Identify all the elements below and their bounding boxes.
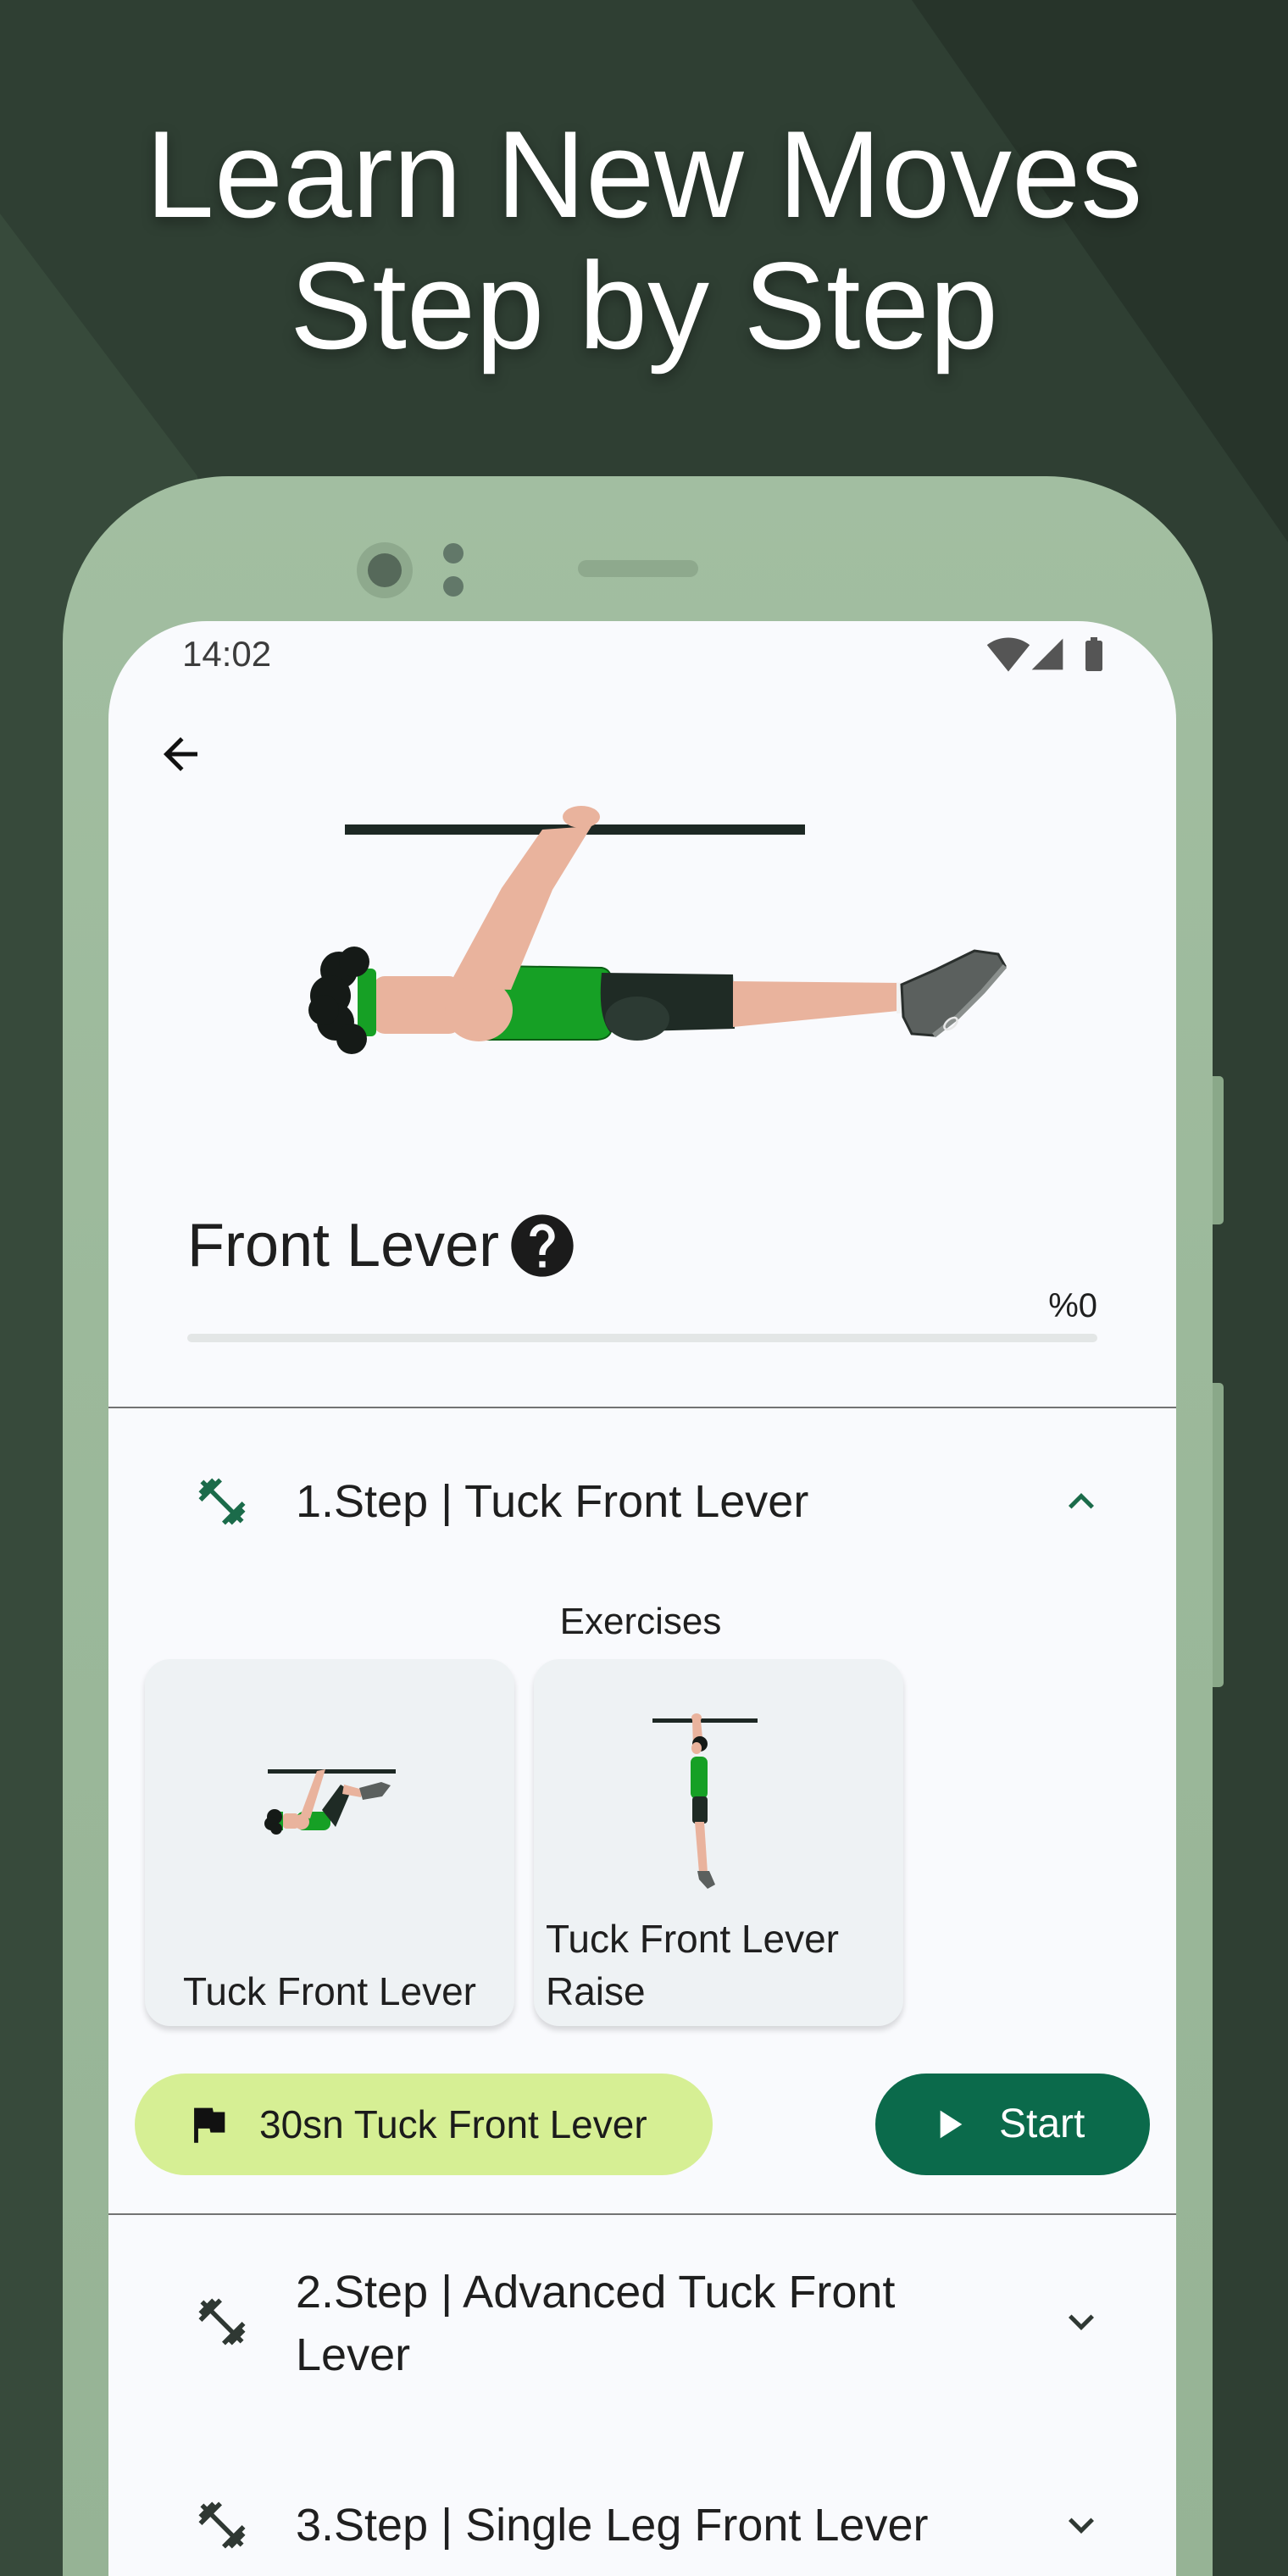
start-button-label: Start — [999, 2101, 1085, 2146]
step-label: 3.Step | Single Leg Front Lever — [296, 2500, 929, 2551]
step-label: 1.Step | Tuck Front Lever — [296, 1476, 809, 1527]
camera-lens — [368, 553, 402, 587]
headline-line-1: Learn New Moves — [145, 105, 1143, 243]
goal-chip[interactable]: 30sn Tuck Front Lever — [135, 2074, 713, 2175]
athlete-shoe — [359, 1782, 391, 1800]
flag-icon — [184, 2100, 233, 2149]
proximity-sensor — [443, 543, 464, 564]
exercise-card-label: Tuck Front Lever — [183, 1969, 476, 2013]
dumbbell-icon — [194, 2497, 250, 2553]
promo-headline: Learn New Moves Step by Step — [0, 108, 1288, 371]
dumbbell-icon — [194, 2294, 250, 2350]
skill-title: Front Lever — [187, 1212, 500, 1280]
athlete-hair — [264, 1809, 282, 1835]
athlete-arm — [300, 1769, 325, 1818]
step-row-3[interactable]: 3.Step | Single Leg Front Lever — [108, 2483, 1176, 2568]
wifi-icon — [986, 632, 1030, 676]
divider — [108, 1407, 1176, 1408]
divider — [108, 2213, 1176, 2215]
power-button — [1213, 1383, 1224, 1687]
earpiece-speaker — [578, 560, 698, 577]
tuck-front-lever-thumbnail — [264, 1769, 396, 1835]
start-button[interactable]: Start — [875, 2074, 1150, 2175]
play-icon — [924, 2101, 972, 2148]
pull-up-bar — [652, 1718, 758, 1723]
pull-up-bar — [268, 1769, 396, 1774]
exercise-card[interactable]: Tuck Front Lever Raise — [534, 1659, 903, 2026]
athlete-shoe — [697, 1871, 715, 1889]
step-row-1[interactable]: 1.Step | Tuck Front Lever — [108, 1459, 1176, 1544]
chevron-down-icon[interactable] — [1056, 2296, 1107, 2347]
battery-icon — [1074, 634, 1114, 675]
exercise-card-label: Tuck Front Lever Raise — [546, 1917, 839, 2013]
chevron-up-icon[interactable] — [1056, 1476, 1107, 1527]
status-time: 14:02 — [182, 634, 272, 674]
help-circle-icon[interactable] — [505, 1208, 580, 1283]
athlete-legs — [695, 1822, 708, 1873]
exercises-heading: Exercises — [559, 1601, 722, 1642]
athlete-shorts — [692, 1796, 708, 1824]
chevron-down-icon[interactable] — [1056, 2500, 1107, 2551]
front-lever-illustration — [308, 806, 1008, 1054]
headline-line-2: Step by Step — [289, 236, 998, 375]
progress-percent: %0 — [1048, 1287, 1097, 1324]
athlete-shirt — [691, 1757, 708, 1799]
volume-button — [1213, 1076, 1224, 1224]
athlete-hands — [691, 1713, 702, 1722]
step-row-2[interactable]: 2.Step | Advanced Tuck Front Lever — [108, 2235, 1176, 2408]
cellular-signal-icon — [1029, 636, 1066, 673]
step-label: 2.Step | Advanced Tuck Front Lever — [296, 2267, 896, 2380]
dumbbell-icon — [194, 1474, 250, 1530]
tuck-front-lever-raise-thumbnail — [652, 1713, 758, 1889]
exercise-card[interactable]: Tuck Front Lever — [145, 1659, 514, 2026]
athlete-arm — [447, 826, 591, 990]
goal-label: 30sn Tuck Front Lever — [259, 2102, 647, 2146]
progress-bar — [187, 1334, 1097, 1342]
athlete-face — [691, 1742, 702, 1754]
arrow-back-icon[interactable] — [155, 729, 206, 780]
athlete-headband — [358, 969, 376, 1036]
app-screen: 14:02 Front Lever %0 1.Step | Tuck Front… — [108, 621, 1176, 2576]
light-sensor — [443, 576, 464, 597]
athlete-knee — [605, 997, 669, 1041]
athlete-legs — [733, 981, 907, 1027]
athlete-hand — [563, 806, 600, 828]
front-camera — [357, 542, 413, 598]
